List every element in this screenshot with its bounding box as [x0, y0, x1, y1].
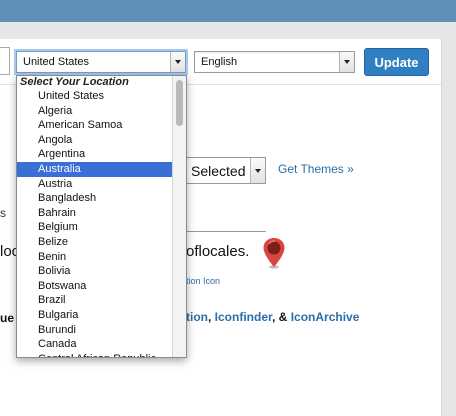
dropdown-option[interactable]: Austria [17, 177, 173, 192]
dropdown-option[interactable]: Australia [17, 161, 173, 177]
language-select-value: English [201, 56, 238, 68]
top-bar [0, 0, 456, 22]
chevron-down-icon [344, 60, 350, 64]
dropdown-option[interactable]: Brazil [17, 293, 173, 308]
domain-text-fragment: oflocales. [186, 243, 250, 260]
dropdown-option[interactable]: Bolivia [17, 264, 173, 279]
dropdown-option[interactable]: Belgium [17, 220, 173, 235]
background-text-fragment: ue [0, 311, 15, 325]
iconfinder-link[interactable]: Iconfinder [215, 310, 272, 324]
chevron-down-icon [255, 168, 261, 173]
themes-select-value: Selected [191, 163, 246, 179]
language-dropdown-arrow[interactable] [339, 52, 354, 72]
divider-line [186, 231, 266, 232]
dropdown-option[interactable]: Bulgaria [17, 308, 173, 323]
credit-link[interactable]: tion [186, 310, 208, 324]
dropdown-option[interactable]: United States [17, 89, 173, 104]
dropdown-option[interactable]: Bahrain [17, 206, 173, 221]
dropdown-option[interactable]: Argentina [17, 147, 173, 162]
chevron-down-icon [175, 60, 181, 64]
update-button[interactable]: Update [364, 48, 429, 76]
location-dropdown-list[interactable]: Select Your Location United States Algeri… [16, 75, 187, 358]
icon-credit-link[interactable]: tion Icon [186, 276, 220, 286]
left-control-stub[interactable] [0, 47, 10, 75]
background-text-fragment: s [0, 206, 6, 220]
dropdown-scrollbar[interactable] [172, 76, 186, 357]
credit-separator: , [208, 310, 215, 324]
map-pin-icon [263, 238, 285, 269]
credit-separator: , & [272, 310, 291, 324]
themes-dropdown-arrow[interactable] [250, 158, 265, 183]
dropdown-option[interactable]: Canada [17, 337, 173, 352]
get-themes-link[interactable]: Get Themes » [278, 162, 354, 176]
dropdown-option[interactable]: Angola [17, 133, 173, 148]
iconarchive-link[interactable]: IconArchive [291, 310, 360, 324]
location-select[interactable]: United States [16, 51, 186, 73]
language-select[interactable]: English [194, 51, 355, 73]
dropdown-header: Select Your Location [20, 76, 129, 88]
dropdown-option[interactable]: Algeria [17, 104, 173, 119]
dropdown-option[interactable]: Botswana [17, 279, 173, 294]
dropdown-option[interactable]: Benin [17, 250, 173, 265]
dropdown-option[interactable]: Central African Republic [17, 352, 173, 357]
dropdown-option[interactable]: Burundi [17, 323, 173, 338]
icon-credits: tion, Iconfinder, & IconArchive [186, 310, 359, 324]
scrollbar-thumb[interactable] [176, 80, 183, 126]
themes-select[interactable]: Selected [184, 157, 266, 184]
dropdown-option[interactable]: American Samoa [17, 118, 173, 133]
dropdown-options: Select Your Location United States Algeri… [17, 76, 173, 357]
location-dropdown-arrow[interactable] [170, 52, 185, 72]
dropdown-option[interactable]: Bangladesh [17, 191, 173, 206]
location-select-value: United States [23, 56, 90, 68]
dropdown-option[interactable]: Belize [17, 235, 173, 250]
